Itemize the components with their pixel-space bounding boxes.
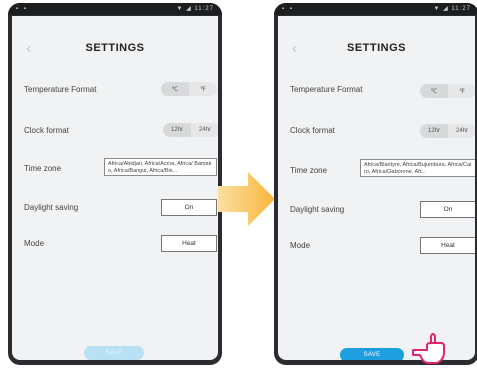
celsius-option[interactable]: ℃ (420, 84, 448, 98)
arrow-right-icon (218, 172, 275, 226)
daylight-saving-button[interactable]: On (161, 199, 217, 216)
clock-format-toggle[interactable]: 12hr 24hr (420, 124, 475, 138)
settings-screen: ‹ SETTINGS Temperature Format ℃ ℉ Clock … (12, 16, 218, 360)
settings-screen: ‹ SETTINGS Temperature Format ℃ ℉ Clock … (278, 16, 475, 360)
temperature-format-label: Temperature Format (290, 85, 363, 94)
clock-format-toggle[interactable]: 12hr 24hr (163, 123, 218, 137)
24hr-option[interactable]: 24hr (448, 124, 475, 138)
save-button[interactable]: SAVE (340, 348, 404, 360)
clock-format-label: Clock format (290, 126, 335, 135)
fahrenheit-option[interactable]: ℉ (448, 84, 475, 98)
phone-after: ▪ ▪ ▼ ◢ 11:27 ‹ SETTINGS Temperature For… (274, 3, 477, 365)
temperature-format-toggle[interactable]: ℃ ℉ (161, 82, 217, 96)
page-title: SETTINGS (85, 42, 145, 54)
daylight-saving-label: Daylight saving (290, 205, 345, 214)
phone-before: ▪ ▪ ▼ ◢ 11:27 ‹ SETTINGS Temperature For… (8, 3, 222, 365)
time-zone-label: Time zone (24, 164, 62, 173)
status-right: ▼ ◢ 11:27 (176, 6, 214, 12)
mode-label: Mode (24, 239, 45, 248)
24hr-option[interactable]: 24hr (191, 123, 218, 137)
12hr-option[interactable]: 12hr (163, 123, 191, 137)
daylight-saving-button[interactable]: On (420, 201, 475, 218)
mode-button[interactable]: Heat (420, 237, 475, 254)
time-zone-label: Time zone (290, 166, 328, 175)
12hr-option[interactable]: 12hr (420, 124, 448, 138)
temperature-format-label: Temperature Format (24, 85, 97, 94)
time-zone-select[interactable]: Africa/Blantyre, Africa/Bujumbura, Afric… (360, 159, 475, 177)
temperature-format-toggle[interactable]: ℃ ℉ (420, 84, 475, 98)
save-button[interactable]: SAVE (84, 346, 144, 360)
status-bar: ▪ ▪ ▼ ◢ 11:27 (8, 3, 222, 15)
status-bar: ▪ ▪ ▼ ◢ 11:27 (274, 3, 477, 15)
mode-button[interactable]: Heat (161, 235, 217, 252)
time-zone-select[interactable]: Africa/Abidjan, Africa/Accra, Africa/ Ba… (104, 158, 217, 176)
status-left: ▪ ▪ (16, 6, 28, 12)
celsius-option[interactable]: ℃ (161, 82, 189, 96)
hand-pointer-icon (412, 333, 445, 364)
daylight-saving-label: Daylight saving (24, 203, 79, 212)
clock-format-label: Clock format (24, 126, 69, 135)
mode-label: Mode (290, 241, 311, 250)
status-left: ▪ ▪ (282, 6, 294, 12)
fahrenheit-option[interactable]: ℉ (189, 82, 217, 96)
status-right: ▼ ◢ 11:27 (433, 6, 471, 12)
page-title: SETTINGS (346, 42, 406, 54)
